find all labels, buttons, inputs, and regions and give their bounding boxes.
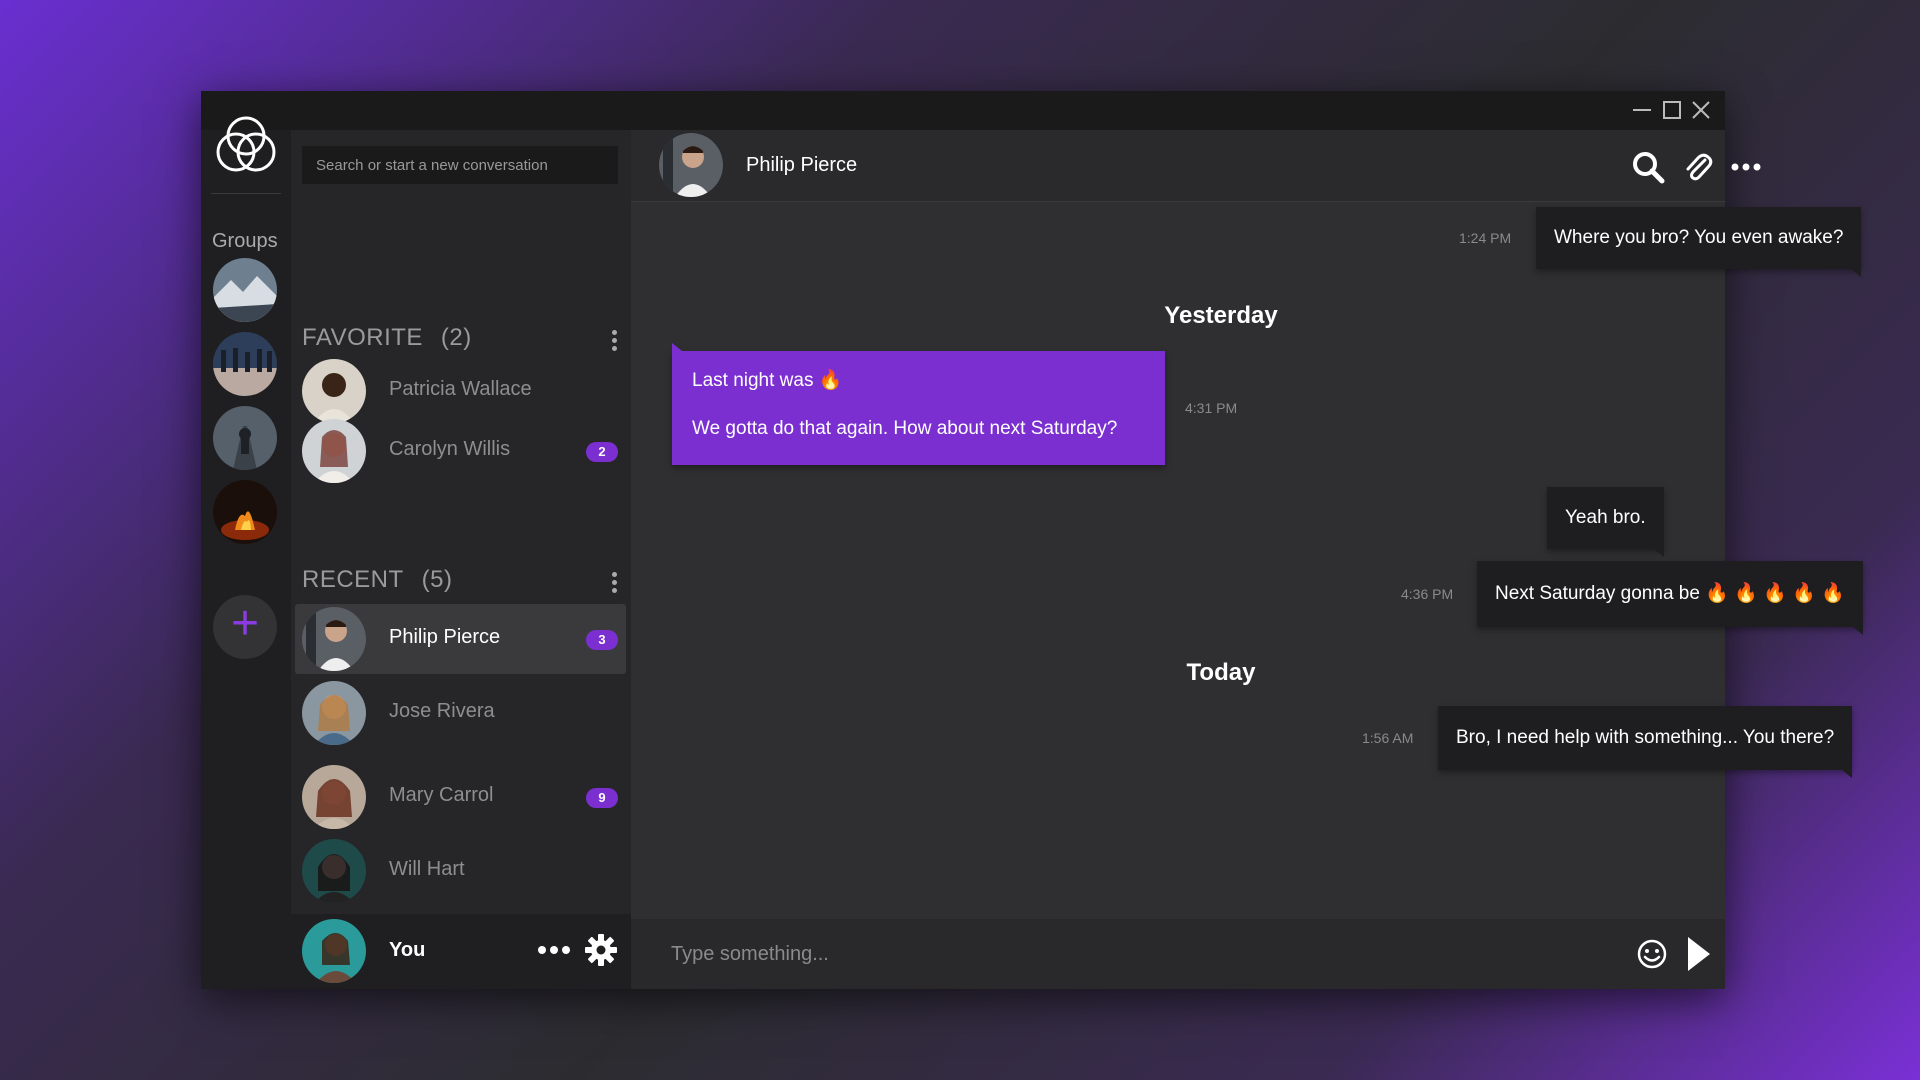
favorite-section-title: FAVORITE (2)	[302, 324, 472, 352]
avatar	[302, 607, 366, 671]
message-timestamp: 1:56 AM	[1362, 730, 1414, 746]
message-timestamp: 1:24 PM	[1459, 230, 1512, 246]
recent-title: RECENT	[302, 566, 404, 593]
group-avatar-mountains[interactable]	[213, 258, 277, 322]
my-name: You	[389, 939, 426, 961]
favorite-count: (2)	[440, 324, 472, 351]
groups-sidebar: Groups +	[201, 116, 291, 989]
contact-name: Mary Carrol	[389, 784, 494, 806]
message-input[interactable]	[671, 933, 1571, 975]
message-text: Yeah bro.	[1565, 507, 1646, 528]
group-avatar-road[interactable]	[213, 406, 277, 470]
contact-name: Jose Rivera	[389, 700, 495, 722]
app-window: Groups + FAVORITE (2) Patricia Wallace	[201, 91, 1863, 989]
message-text: Next Saturday gonna be 🔥 🔥 🔥 🔥 🔥	[1495, 583, 1845, 604]
favorite-menu-icon[interactable]	[609, 330, 619, 356]
contact-name: Will Hart	[389, 858, 465, 880]
chat-title: Philip Pierce	[746, 154, 858, 176]
message-bubble-outgoing: Next Saturday gonna be 🔥 🔥 🔥 🔥 🔥	[1477, 561, 1863, 635]
message-timestamp: 4:36 PM	[1401, 586, 1454, 602]
app-logo-icon	[208, 108, 284, 184]
contact-item-mary-carrol[interactable]: Mary Carrol 9	[295, 762, 626, 832]
send-icon[interactable]	[1684, 935, 1714, 973]
plus-icon: +	[230, 597, 260, 650]
groups-label: Groups	[212, 230, 278, 252]
contact-item-carolyn-willis[interactable]: Carolyn Willis 2	[295, 416, 626, 486]
message-bubble-incoming: Last night was 🔥 We gotta do that again.…	[672, 343, 1165, 465]
search-icon[interactable]	[1631, 150, 1665, 184]
chat-contact-avatar[interactable]	[659, 133, 723, 197]
contact-item-philip-pierce[interactable]: Philip Pierce 3	[295, 604, 626, 674]
contact-name: Patricia Wallace	[389, 378, 532, 400]
recent-section-title: RECENT (5)	[302, 566, 453, 594]
avatar	[302, 359, 366, 423]
message-text: Where you bro? You even awake?	[1554, 227, 1844, 248]
message-text: Bro, I need help with something... You t…	[1456, 727, 1835, 748]
title-bar	[201, 91, 1725, 130]
message-bubble-outgoing: Bro, I need help with something... You t…	[1438, 706, 1853, 778]
contacts-panel: FAVORITE (2) Patricia Wallace Carolyn Wil…	[291, 130, 631, 989]
settings-gear-icon[interactable]	[583, 932, 619, 968]
contact-item-will-hart[interactable]: Will Hart	[295, 836, 626, 906]
unread-badge: 3	[586, 630, 618, 650]
date-separator: Yesterday	[1164, 302, 1278, 329]
maximize-button[interactable]	[1661, 99, 1683, 121]
minimize-button[interactable]	[1631, 99, 1653, 121]
recent-menu-icon[interactable]	[609, 572, 619, 598]
message-bubble-outgoing: Yeah bro.	[1547, 487, 1664, 557]
add-group-button[interactable]: +	[213, 595, 277, 659]
contact-item-jose-rivera[interactable]: Jose Rivera	[295, 678, 626, 748]
more-options-icon[interactable]	[1729, 150, 1763, 184]
more-options-icon[interactable]	[534, 940, 574, 960]
recent-count: (5)	[421, 566, 453, 593]
unread-badge: 2	[586, 442, 618, 462]
message-composer	[631, 919, 1725, 989]
contact-name: Carolyn Willis	[389, 438, 511, 460]
avatar	[302, 765, 366, 829]
unread-badge: 9	[586, 788, 618, 808]
avatar	[302, 419, 366, 483]
message-text: We gotta do that again. How about next S…	[692, 418, 1118, 439]
message-text: Last night was 🔥	[692, 370, 843, 391]
search-input[interactable]	[302, 146, 618, 184]
favorite-title: FAVORITE	[302, 324, 423, 351]
close-button[interactable]	[1690, 99, 1712, 121]
message-bubble-outgoing: Where you bro? You even awake?	[1536, 207, 1862, 277]
divider	[211, 193, 281, 194]
contact-name: Philip Pierce	[389, 626, 501, 648]
emoji-icon[interactable]	[1636, 938, 1668, 970]
date-separator: Today	[1186, 659, 1256, 686]
chat-header: Philip Pierce	[631, 130, 1761, 202]
group-avatar-fire[interactable]	[213, 480, 277, 544]
message-timestamp: 4:31 PM	[1185, 400, 1238, 416]
avatar	[302, 839, 366, 903]
avatar	[302, 681, 366, 745]
my-avatar[interactable]	[302, 919, 366, 983]
group-avatar-crowd[interactable]	[213, 332, 277, 396]
paperclip-icon[interactable]	[1681, 150, 1715, 184]
chat-panel: Philip Pierce 1:24 PM Where you bro? You…	[631, 130, 1863, 989]
current-user-bar: You	[291, 914, 631, 989]
